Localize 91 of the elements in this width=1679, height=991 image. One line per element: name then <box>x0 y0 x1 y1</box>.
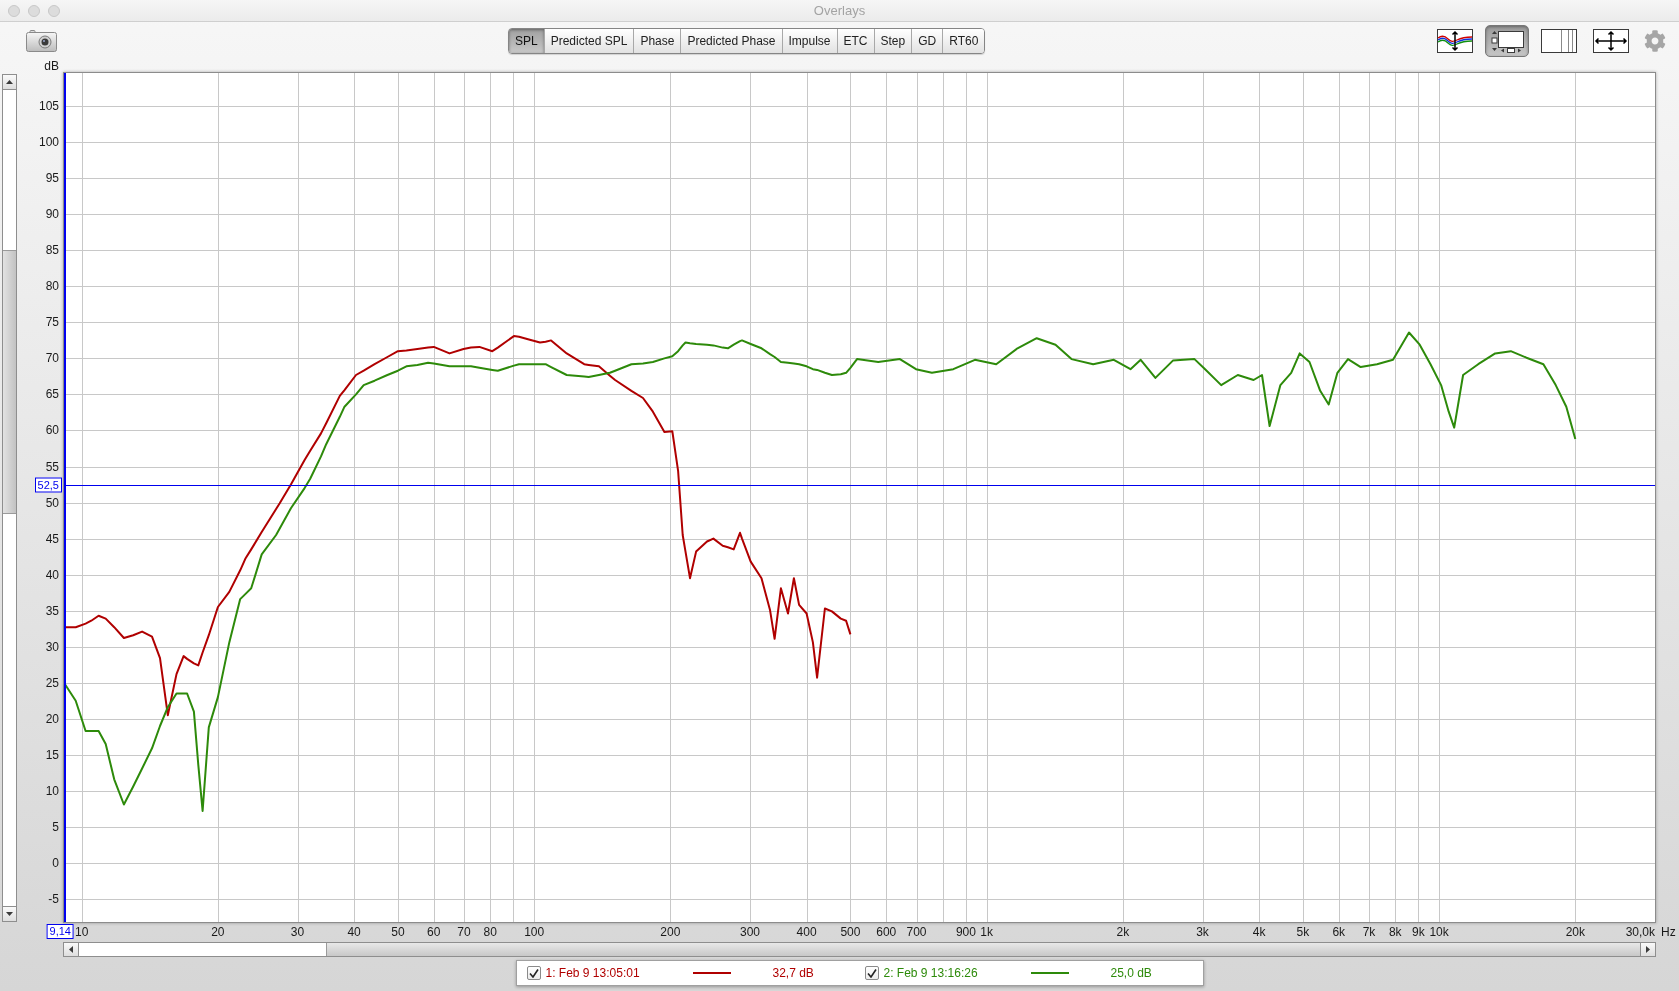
x-axis-label: 8k <box>1388 925 1402 939</box>
axis-unit: Hz <box>1661 925 1676 941</box>
y-axis-label: 100 <box>38 135 59 150</box>
y-axis-label: 95 <box>45 171 59 186</box>
cursor-readout: 9,14 <box>46 924 74 939</box>
graph-tab[interactable]: ETC <box>836 29 874 53</box>
x-axis-label: 10 <box>75 925 89 939</box>
scrollbar-thumb[interactable] <box>3 250 16 514</box>
graph-tab[interactable]: Step <box>873 29 912 53</box>
down-arrow-icon <box>6 912 13 916</box>
y-axis-label: 0 <box>52 855 59 870</box>
series-label: 2: Feb 9 13:16:26 <box>883 966 979 980</box>
x-axis-label: 20 <box>211 925 225 939</box>
cursor-readout: 52,5 <box>34 477 62 492</box>
graph-tab[interactable]: Impulse <box>781 29 837 53</box>
x-axis-label: 5k <box>1296 925 1310 939</box>
y-axis-label: 70 <box>45 351 59 366</box>
graph-tab[interactable]: Predicted Phase <box>680 29 782 53</box>
y-axis-label: 45 <box>45 531 59 546</box>
x-axis-label: 300 <box>740 925 761 939</box>
checkmark-icon <box>528 968 539 978</box>
graph-tab[interactable]: SPL <box>509 29 544 53</box>
right-arrow-icon <box>1646 946 1650 953</box>
y-axis-label: 15 <box>45 747 59 762</box>
checkmark-icon <box>866 968 877 978</box>
y-axis-label: 105 <box>38 99 59 114</box>
horizontal-scrollbar[interactable] <box>63 942 1656 957</box>
x-axis-label: 20k <box>1565 925 1585 939</box>
x-axis-label: 900 <box>955 925 976 939</box>
graph-tab[interactable]: GD <box>911 29 943 53</box>
x-axis-label: 1k <box>980 925 993 939</box>
x-axis-label: 100 <box>524 925 545 939</box>
scroll-up-button[interactable] <box>3 75 16 90</box>
x-axis-label: 7k <box>1362 925 1376 939</box>
y-axis-label: 90 <box>45 207 59 222</box>
y-axis-label: 80 <box>45 279 59 294</box>
axis-unit: dB <box>44 60 59 72</box>
scrollbar-thumb[interactable] <box>79 943 327 956</box>
y-axis-label: 25 <box>45 675 59 690</box>
controls-button[interactable] <box>1485 25 1529 57</box>
scroll-left-button[interactable] <box>64 943 79 956</box>
x-axis-label: 6k <box>1332 925 1346 939</box>
window-title: Overlays <box>813 2 866 19</box>
y-axis-label: 60 <box>45 423 59 438</box>
x-axis-label: 60 <box>427 925 441 939</box>
x-axis-label: 50 <box>391 925 405 939</box>
scroll-right-button[interactable] <box>1640 943 1655 956</box>
x-axis-label: 600 <box>876 925 897 939</box>
x-axis-label: 2k <box>1116 925 1130 939</box>
scroll-down-button[interactable] <box>3 906 16 921</box>
y-axis-label: 10 <box>45 783 59 798</box>
four-way-arrow-icon <box>1593 29 1629 53</box>
x-axis-label: 4k <box>1252 925 1266 939</box>
series-label: 1: Feb 9 13:05:01 <box>545 966 641 980</box>
y-axis-label: 65 <box>45 387 59 402</box>
vertical-scrollbar[interactable] <box>2 74 17 922</box>
wave-arrows-icon <box>1437 29 1473 53</box>
series-reading: 25,0 dB <box>1110 966 1153 980</box>
x-axis-label: 9k <box>1412 925 1425 939</box>
x-axis-label: 200 <box>660 925 681 939</box>
x-axis-label: 80 <box>483 925 497 939</box>
series-reading: 32,7 dB <box>772 966 815 980</box>
left-arrow-icon <box>69 946 73 953</box>
y-axis-label: 30 <box>45 639 59 654</box>
x-axis-label: 400 <box>796 925 817 939</box>
vertical-lines-icon <box>1541 29 1577 53</box>
x-axis-label: 30,0k <box>1625 925 1655 939</box>
graph-tab[interactable]: Phase <box>633 29 681 53</box>
graph-tab[interactable]: Predicted SPL <box>543 29 634 53</box>
x-axis-label: 40 <box>347 925 361 939</box>
y-axis-label: 50 <box>45 495 59 510</box>
series-checkbox[interactable] <box>864 966 879 980</box>
x-axis-label: 10k <box>1429 925 1449 939</box>
x-axis-label: 70 <box>457 925 471 939</box>
series-checkbox[interactable] <box>526 966 541 980</box>
y-axis-label: 35 <box>45 603 59 618</box>
y-axis-label: -5 <box>48 891 59 906</box>
x-axis-label: 3k <box>1196 925 1209 939</box>
y-axis-label: 20 <box>45 711 59 726</box>
camera-icon[interactable] <box>26 30 57 52</box>
graph-tab[interactable]: RT60 <box>942 29 985 53</box>
y-axis-label: 5 <box>52 819 59 834</box>
x-axis-label: 700 <box>906 925 927 939</box>
x-axis-label: 500 <box>840 925 861 939</box>
y-axis-label: 75 <box>45 315 59 330</box>
y-axis-label: 55 <box>45 459 59 474</box>
window-scroll-icon <box>1489 29 1525 53</box>
x-axis-label: 30 <box>290 925 305 939</box>
y-axis-label: 85 <box>45 243 59 258</box>
up-arrow-icon <box>6 80 13 84</box>
y-axis-label: 40 <box>45 567 59 582</box>
